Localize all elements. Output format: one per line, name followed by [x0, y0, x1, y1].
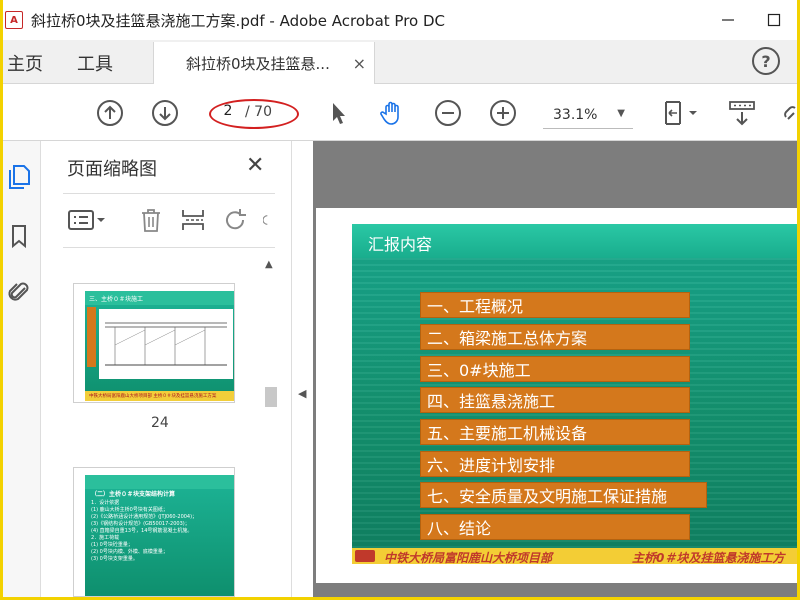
link-button[interactable] — [781, 98, 797, 128]
acrobat-app-icon: A — [5, 11, 23, 29]
agenda-item: 三、0#块施工 — [420, 356, 690, 382]
document-tab-label: 斜拉桥0块及挂篮悬... — [186, 54, 330, 73]
thumbnail-heading — [85, 475, 234, 489]
agenda-item: 八、结论 — [420, 514, 690, 540]
footer-company: 中铁大桥局富阳鹿山大桥项目部 — [384, 551, 553, 564]
options-menu-icon — [68, 210, 105, 230]
plus-circle-icon — [490, 100, 516, 126]
thumbnail-preview: （二）主桥０＃块支架结构计算 1．设计依据 (1) 鹿山大桥主桥0号块有关图纸；… — [85, 475, 234, 596]
minimize-button[interactable] — [705, 0, 751, 40]
panel-splitter[interactable]: ◀ — [291, 141, 313, 597]
navigation-rail — [3, 141, 41, 597]
agenda-item: 二、箱梁施工总体方案 — [420, 324, 690, 350]
help-icon[interactable]: ? — [752, 47, 780, 75]
zoom-level-value: 33.1% — [553, 106, 598, 123]
toolbar: 2 / 70 33.1% ▼ — [3, 85, 797, 141]
agenda-item: 五、主要施工机械设备 — [420, 419, 690, 445]
minus-circle-icon — [435, 100, 461, 126]
agenda-item: 六、进度计划安排 — [420, 451, 690, 477]
document-view[interactable]: 汇报内容 一、工程概况 二、箱梁施工总体方案 三、0#块施工 四、挂篮悬浇施工 … — [313, 141, 797, 597]
chevron-down-icon: ▼ — [617, 108, 625, 119]
paperclip-icon — [8, 282, 29, 301]
agenda-item: 七、安全质量及文明施工保证措施 — [420, 482, 707, 508]
document-tab[interactable]: 斜拉桥0块及挂篮悬... × — [153, 42, 375, 84]
arrow-up-circle-icon — [97, 100, 123, 126]
link-icon — [784, 106, 796, 120]
thumbnail-options-button[interactable] — [67, 205, 107, 235]
hand-icon — [380, 101, 399, 125]
fit-page-icon — [665, 101, 697, 125]
thumbnail-body: （二）主桥０＃块支架结构计算 1．设计依据 (1) 鹿山大桥主桥0号块有关图纸；… — [85, 489, 234, 565]
window-controls — [705, 0, 797, 40]
hand-tool-button[interactable] — [377, 98, 407, 128]
thumbnail-footer: 中铁大桥局富阳鹿山大桥项目部 主桥０＃块及挂篮悬浇施工方案 — [85, 391, 234, 401]
trash-icon — [142, 209, 160, 232]
acrobat-window: A 斜拉桥0块及挂篮悬浇施工方案.pdf - Adobe Acrobat Pro… — [3, 0, 797, 597]
title-bar: A 斜拉桥0块及挂篮悬浇施工方案.pdf - Adobe Acrobat Pro… — [3, 0, 797, 40]
maximize-button[interactable] — [751, 0, 797, 40]
panel-title: 页面缩略图 — [67, 159, 157, 180]
company-logo — [355, 550, 375, 562]
rotate-right-button[interactable] — [263, 205, 277, 235]
zoom-out-button[interactable] — [433, 98, 463, 128]
collapse-panel-icon[interactable]: ◀ — [298, 387, 306, 400]
zoom-in-button[interactable] — [488, 98, 518, 128]
select-tool-button[interactable] — [323, 98, 353, 128]
thumbnail-page-number: 24 — [151, 415, 169, 431]
scrollbar-thumb[interactable] — [265, 387, 277, 407]
delete-page-button[interactable] — [138, 205, 164, 235]
slide: 汇报内容 一、工程概况 二、箱梁施工总体方案 三、0#块施工 四、挂篮悬浇施工 … — [352, 224, 797, 564]
rotate-counterclockwise-icon — [226, 209, 246, 230]
close-panel-icon[interactable]: ✕ — [246, 153, 264, 178]
page-thumbnails-button[interactable] — [6, 163, 34, 191]
arrow-down-circle-icon — [152, 100, 178, 126]
scroll-up-icon[interactable]: ▲ — [265, 259, 273, 270]
divider — [63, 193, 275, 194]
pdf-page: 汇报内容 一、工程概况 二、箱梁施工总体方案 三、0#块施工 四、挂篮悬浇施工 … — [316, 208, 797, 583]
next-page-button[interactable] — [150, 98, 180, 128]
insert-page-icon — [182, 210, 204, 230]
maximize-icon — [767, 13, 781, 27]
thumbnail-heading-text: （二）主桥０＃块支架结构计算 — [91, 491, 176, 498]
divider — [63, 247, 275, 248]
bookmarks-button[interactable] — [6, 223, 34, 251]
bookmark-icon — [12, 225, 26, 249]
zoom-level-dropdown[interactable]: 33.1% ▼ — [543, 101, 633, 129]
rotate-left-button[interactable] — [223, 205, 249, 235]
thumbnail-preview: 三、主桥０＃块施工 中铁大桥局富阳鹿山大桥项目部 主桥０＃块及挂篮悬浇施工方案 — [85, 291, 234, 401]
menu-tools[interactable]: 工具 — [77, 50, 113, 76]
thumbnail-body-text: 1．设计依据 (1) 鹿山大桥主桥0号块有关图纸； (2)《公路桥涵设计通用规范… — [91, 500, 198, 562]
slide-title: 汇报内容 — [368, 235, 433, 254]
agenda-item: 一、工程概况 — [420, 292, 690, 318]
insert-page-button[interactable] — [180, 205, 206, 235]
attachments-button[interactable] — [6, 279, 34, 307]
pages-icon — [9, 165, 30, 189]
footer-document: 主桥0＃块及挂篮悬浇施工方 — [632, 551, 785, 564]
window-title: 斜拉桥0块及挂篮悬浇施工方案.pdf - Adobe Acrobat Pro D… — [31, 11, 446, 30]
red-annotation-ellipse — [209, 99, 299, 129]
panel-scrollbar[interactable]: ▲ — [265, 259, 277, 597]
minimize-icon — [722, 19, 734, 21]
menu-home[interactable]: 主页 — [7, 50, 43, 76]
scroll-mode-icon — [729, 101, 755, 126]
page-fit-button[interactable] — [658, 98, 702, 128]
cursor-arrow-icon — [333, 103, 345, 124]
bridge-drawing-preview — [87, 307, 233, 379]
rotate-clockwise-icon — [263, 215, 268, 225]
menu-tab-bar: 主页 工具 斜拉桥0块及挂篮悬... × ? — [3, 40, 797, 84]
page-thumbnail[interactable]: 三、主桥０＃块施工 中铁大桥局富阳鹿山大桥项目部 主桥０＃块及挂篮悬浇施工方案 — [73, 283, 235, 403]
agenda-item: 四、挂篮悬浇施工 — [420, 387, 690, 413]
close-tab-icon[interactable]: × — [353, 54, 366, 73]
scroll-mode-button[interactable] — [727, 98, 757, 128]
page-thumbnails-panel: 页面缩略图 ✕ 三、主桥０＃块施工 中铁大桥局富阳鹿山大桥项目部 主桥０＃块及挂… — [41, 141, 291, 597]
watermark-text: www.cndao.com — [658, 568, 797, 588]
slide-footer: 中铁大桥局富阳鹿山大桥项目部 主桥0＃块及挂篮悬浇施工方 — [352, 548, 797, 564]
thumbnail-heading: 三、主桥０＃块施工 — [85, 291, 234, 305]
page-thumbnail[interactable]: （二）主桥０＃块支架结构计算 1．设计依据 (1) 鹿山大桥主桥0号块有关图纸；… — [73, 467, 235, 597]
previous-page-button[interactable] — [95, 98, 125, 128]
